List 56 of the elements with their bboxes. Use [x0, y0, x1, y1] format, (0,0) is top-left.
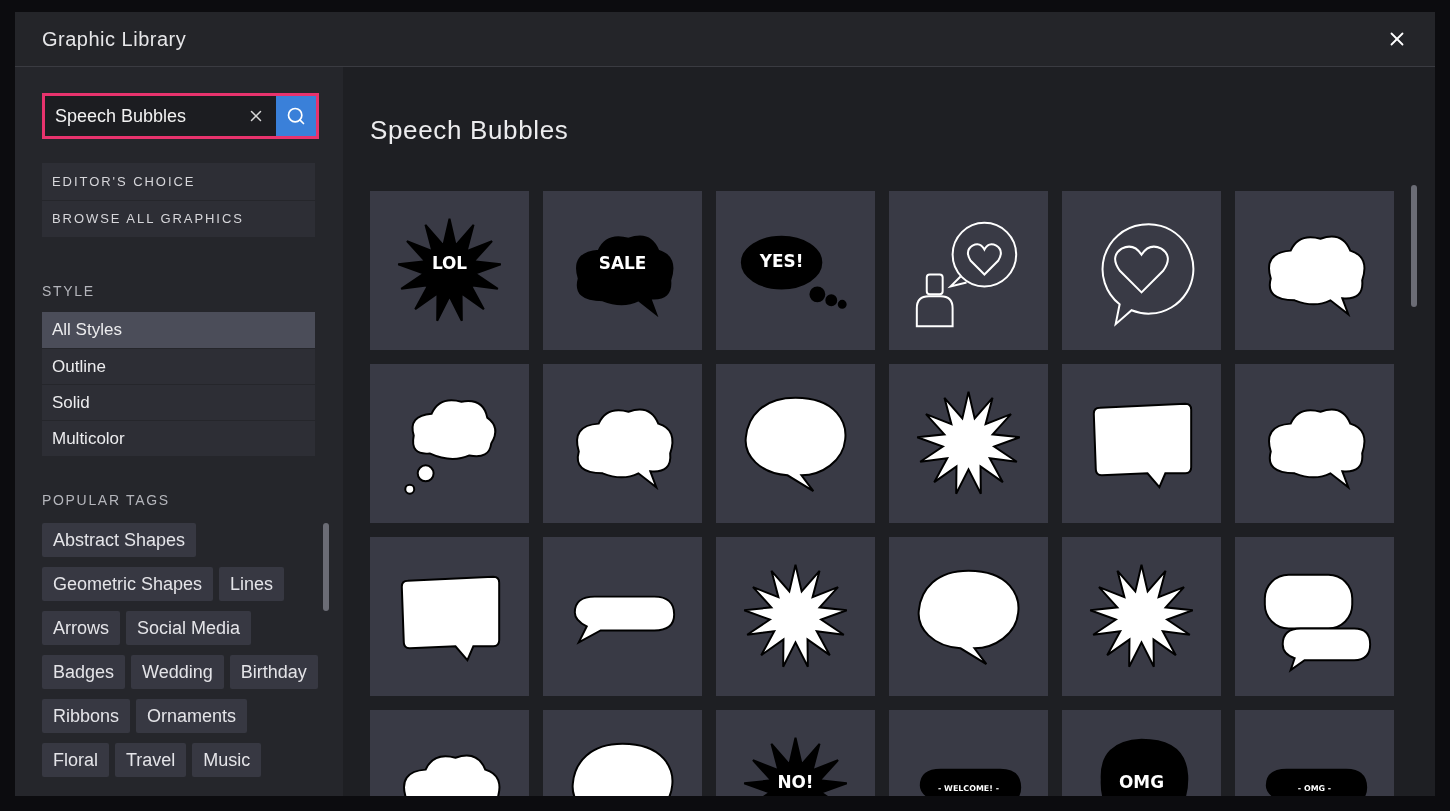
graphic-tile[interactable] — [716, 537, 875, 696]
quick-link[interactable]: BROWSE ALL GRAPHICS — [42, 200, 315, 237]
tag-chip[interactable]: Abstract Shapes — [42, 523, 197, 557]
graphic-tile[interactable]: YES! — [716, 191, 875, 350]
tag-chip[interactable]: Arrows — [42, 611, 120, 645]
graphic-tile[interactable]: - OMG - — [1235, 710, 1394, 796]
style-option[interactable]: Outline — [42, 348, 315, 384]
graphic-tile[interactable] — [370, 537, 529, 696]
gallery-title: Speech Bubbles — [370, 114, 570, 147]
bubble-text: SALE — [598, 252, 647, 273]
graphic-tile[interactable]: NO! — [716, 710, 875, 796]
search-button[interactable] — [276, 96, 316, 136]
section-heading: STYLE — [42, 282, 96, 301]
graphic-tile[interactable] — [370, 364, 529, 523]
graphic-tile[interactable] — [543, 537, 702, 696]
search-field[interactable]: Speech Bubbles — [42, 93, 319, 139]
graphic-tile[interactable] — [1062, 364, 1221, 523]
graphic-tile[interactable] — [889, 537, 1048, 696]
graphic-tile[interactable] — [1062, 191, 1221, 350]
graphic-tile[interactable] — [889, 364, 1048, 523]
graphic-tile[interactable] — [889, 191, 1048, 350]
graphic-tile[interactable] — [1235, 191, 1394, 350]
style-option[interactable]: All Styles — [42, 312, 315, 348]
graphic-tile[interactable] — [1235, 537, 1394, 696]
tag-chip[interactable]: Travel — [115, 743, 187, 777]
tag-chip[interactable]: Ornaments — [136, 699, 248, 733]
tag-chip[interactable]: Wedding — [131, 655, 224, 689]
tag-chip[interactable]: Social Media — [126, 611, 252, 645]
tag-chip[interactable]: Floral — [42, 743, 109, 777]
graphic-tile[interactable] — [1062, 537, 1221, 696]
graphic-tile[interactable] — [543, 364, 702, 523]
tag-chip[interactable]: Geometric Shapes — [42, 567, 214, 601]
tag-chip[interactable]: Lines — [219, 567, 285, 601]
graphic-tile[interactable]: LOL — [370, 191, 529, 350]
graphic-tile[interactable] — [716, 364, 875, 523]
search-input[interactable]: Speech Bubbles — [45, 96, 236, 136]
tag-chip[interactable]: Ribbons — [42, 699, 131, 733]
graphic-tile[interactable]: SALE — [543, 191, 702, 350]
bubble-text: LOL — [431, 252, 468, 273]
bubble-text: - WELCOME! - — [938, 784, 999, 794]
window-title: Graphic Library — [42, 27, 187, 52]
graphic-tile[interactable]: OMG — [1062, 710, 1221, 796]
tag-chip[interactable]: Badges — [42, 655, 126, 689]
graphic-tile[interactable]: - WELCOME! - — [889, 710, 1048, 796]
style-option[interactable]: Solid — [42, 384, 315, 420]
search-icon — [286, 106, 306, 126]
graphic-tile[interactable] — [1235, 364, 1394, 523]
bubble-text: OMG — [1119, 771, 1164, 792]
bubble-text: NO! — [777, 771, 814, 792]
bubble-text: - OMG - — [1297, 784, 1332, 794]
style-option[interactable]: Multicolor — [42, 420, 315, 456]
bubble-text: YES! — [759, 250, 804, 271]
tag-chip[interactable]: Music — [192, 743, 262, 777]
section-heading: POPULAR TAGS — [42, 491, 171, 510]
tag-chip[interactable]: Birthday — [229, 655, 318, 689]
quick-link[interactable]: EDITOR'S CHOICE — [42, 163, 315, 200]
